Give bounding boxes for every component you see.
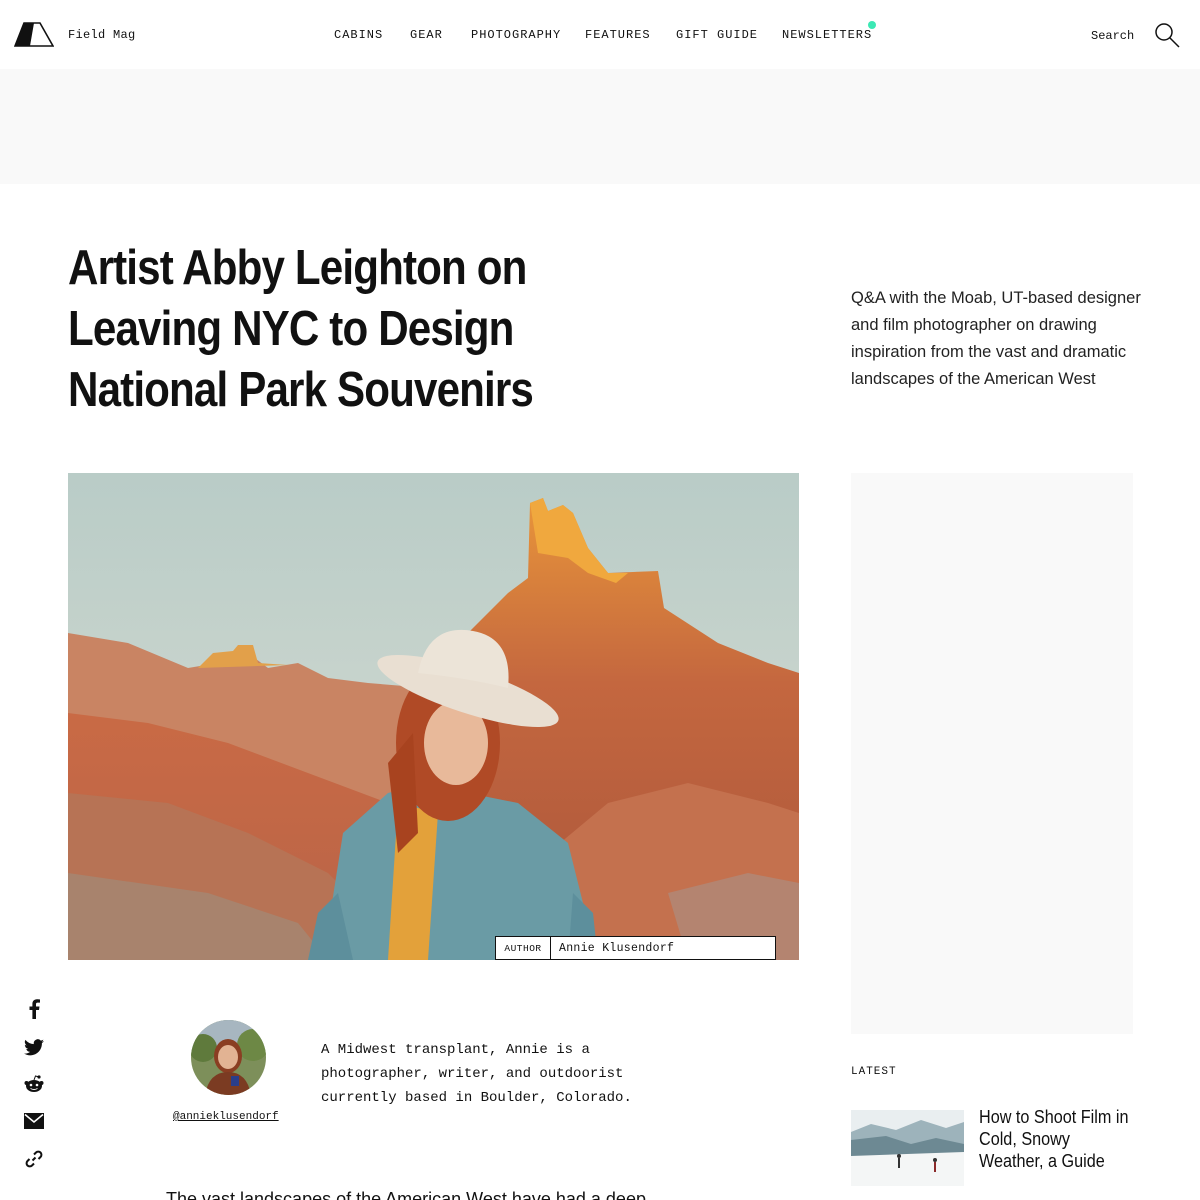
author-avatar[interactable] <box>191 1020 266 1095</box>
twitter-icon[interactable] <box>24 1037 44 1057</box>
article-body-paragraph: The vast landscapes of the American West… <box>166 1189 646 1200</box>
hero-image <box>68 473 799 960</box>
author-tag[interactable]: AUTHOR Annie Klusendorf <box>495 936 776 960</box>
nav-item-cabins[interactable]: CABINS <box>334 28 383 42</box>
main-nav: CABINS GEAR PHOTOGRAPHY FEATURES GIFT GU… <box>0 28 1200 44</box>
author-handle[interactable]: @annieklusendorf <box>173 1111 279 1123</box>
article-dek: Q&A with the Moab, UT-based designer and… <box>851 289 1141 388</box>
reddit-icon[interactable] <box>24 1074 44 1094</box>
article-title: Artist Abby Leighton on Leaving NYC to D… <box>68 241 534 417</box>
newsletter-indicator-dot <box>868 21 876 29</box>
nav-item-newsletters[interactable]: NEWSLETTERS <box>782 28 872 42</box>
facebook-icon[interactable] <box>24 999 44 1019</box>
latest-item-thumbnail[interactable] <box>851 1110 964 1186</box>
nav-item-photography[interactable]: PHOTOGRAPHY <box>471 28 561 42</box>
sidebar-ad-slot <box>851 473 1133 1034</box>
author-tag-name[interactable]: Annie Klusendorf <box>551 942 674 955</box>
latest-heading: LATEST <box>851 1066 897 1078</box>
site-header: Field Mag CABINS GEAR PHOTOGRAPHY FEATUR… <box>0 0 1200 69</box>
nav-item-gift-guide[interactable]: GIFT GUIDE <box>676 28 758 42</box>
author-bio: A Midwest transplant, Annie is a photogr… <box>321 1042 632 1106</box>
search-icon[interactable] <box>1154 22 1180 48</box>
nav-item-gear[interactable]: GEAR <box>410 28 443 42</box>
link-icon[interactable] <box>24 1149 44 1169</box>
search-label[interactable]: Search <box>1091 29 1134 43</box>
nav-item-features[interactable]: FEATURES <box>585 28 651 42</box>
author-tag-label: AUTHOR <box>496 937 551 959</box>
top-ad-slot <box>0 69 1200 184</box>
email-icon[interactable] <box>24 1111 44 1131</box>
latest-item-title[interactable]: How to Shoot Film in Cold, Snowy Weather… <box>979 1106 1132 1172</box>
